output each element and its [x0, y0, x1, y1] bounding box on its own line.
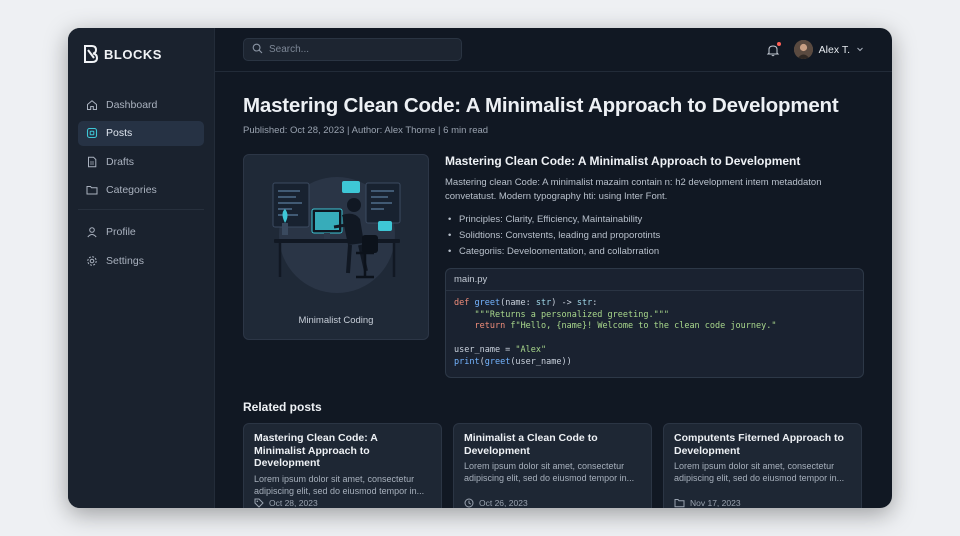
card-date-text: Nov 17, 2023	[690, 498, 741, 508]
main-panel: Alex T. Mastering Clean Code: A Minimali…	[215, 28, 892, 508]
article-intro: Mastering clean Code: A minimalist mazai…	[445, 177, 822, 202]
code-filename: main.py	[446, 269, 863, 291]
chevron-down-icon	[856, 44, 864, 56]
card-date: Oct 26, 2023	[464, 498, 528, 508]
avatar	[793, 40, 813, 59]
gear-icon	[86, 255, 98, 267]
code-line: def greet(name: str) -> str:	[454, 298, 598, 308]
code-line: user_name = "Alex"	[454, 344, 547, 355]
related-post-card[interactable]: Minimalist a Clean Code to Development L…	[453, 423, 652, 508]
list-item: Solidtions: Convstents, leading and prop…	[445, 228, 864, 244]
card-excerpt: Lorem ipsum dolor sit amet, consectetur …	[254, 473, 425, 496]
sidebar-item-label: Posts	[106, 127, 133, 139]
post-body: Minimalist Coding Mastering Clean Code: …	[243, 154, 864, 378]
card-date: Oct 28, 2023	[254, 498, 318, 508]
home-icon	[86, 99, 98, 111]
sidebar-nav-secondary: Profile Settings	[68, 220, 214, 274]
search-icon	[252, 41, 263, 59]
illustration-icon	[272, 177, 401, 293]
sidebar-divider	[78, 208, 204, 210]
post-meta: Published: Oct 28, 2023 | Author: Alex T…	[243, 125, 489, 136]
folder-icon	[674, 499, 685, 508]
article-heading: Mastering Clean Code: A Minimalist Appro…	[445, 154, 801, 168]
sidebar-nav: Dashboard Posts Drafts Categories	[68, 92, 214, 203]
article: Mastering Clean Code: A Minimalist Appro…	[445, 154, 864, 378]
card-date-text: Oct 28, 2023	[269, 498, 318, 508]
search-input[interactable]	[269, 44, 449, 55]
list-item: Categoriis: Develoomentation, and collab…	[445, 244, 864, 260]
page-title: Mastering Clean Code: A Minimalist Appro…	[243, 94, 839, 117]
search-box[interactable]	[243, 38, 462, 61]
topbar: Alex T.	[215, 28, 892, 72]
card-excerpt: Lorem ipsum dolor sit amet, consectetur …	[674, 461, 845, 483]
logo-icon	[84, 45, 98, 63]
related-post-card[interactable]: Computents Fiterned Approach to Developm…	[663, 423, 862, 508]
app-window: BLOCKS Dashboard Posts Drafts Categories…	[68, 28, 892, 508]
card-title: Minimalist a Clean Code to Development	[464, 432, 598, 457]
clock-icon	[464, 498, 474, 508]
sidebar-item-dashboard[interactable]: Dashboard	[78, 92, 204, 117]
article-bullets: Principles: Clarity, Efficiency, Maintai…	[445, 212, 864, 260]
code-line: """Returns a personalized greeting."""	[474, 309, 669, 320]
card-title: Computents Fiterned Approach to Developm…	[674, 432, 844, 457]
brand[interactable]: BLOCKS	[68, 44, 214, 64]
notification-badge	[776, 41, 781, 46]
sidebar-item-label: Drafts	[106, 155, 135, 168]
tag-icon	[254, 498, 264, 508]
sidebar-item-label: Categories	[106, 184, 157, 196]
sidebar-item-label: Profile	[106, 226, 136, 238]
hero-image: Minimalist Coding	[243, 154, 429, 340]
list-item: Principles: Clarity, Efficiency, Maintai…	[445, 212, 864, 228]
image-caption: Minimalist Coding	[298, 315, 374, 326]
sidebar-item-drafts[interactable]: Drafts	[78, 149, 204, 174]
code-body[interactable]: def greet(name: str) -> str: """Returns …	[446, 291, 863, 375]
notifications-button[interactable]	[766, 41, 781, 57]
card-title: Mastering Clean Code: A Minimalist Appro…	[254, 432, 378, 469]
sidebar: BLOCKS Dashboard Posts Drafts Categories…	[68, 28, 215, 508]
folder-icon	[86, 184, 98, 196]
sidebar-item-profile[interactable]: Profile	[78, 220, 204, 245]
user-name: Alex T.	[818, 43, 850, 56]
sidebar-item-posts[interactable]: Posts	[78, 120, 204, 146]
posts-icon	[86, 127, 98, 139]
document-icon	[86, 156, 98, 168]
sidebar-item-label: Settings	[106, 254, 144, 267]
card-date: Nov 17, 2023	[674, 498, 741, 508]
user-menu[interactable]: Alex T.	[793, 40, 864, 59]
code-line: return f"Hello, {name}! Welcome to the c…	[474, 321, 777, 332]
brand-name: BLOCKS	[104, 46, 162, 62]
sidebar-item-settings[interactable]: Settings	[78, 248, 204, 273]
related-post-card[interactable]: Mastering Clean Code: A Minimalist Appro…	[243, 423, 442, 508]
sidebar-item-categories[interactable]: Categories	[78, 178, 204, 203]
related-posts: Mastering Clean Code: A Minimalist Appro…	[243, 423, 864, 508]
card-excerpt: Lorem ipsum dolor sit amet, consectetur …	[464, 461, 635, 483]
user-icon	[86, 226, 98, 238]
sidebar-item-label: Dashboard	[106, 98, 158, 111]
topbar-actions: Alex T.	[766, 40, 864, 59]
code-block: main.py def greet(name: str) -> str: """…	[445, 268, 864, 378]
code-line: print(greet(user_name))	[454, 356, 572, 367]
related-posts-heading: Related posts	[243, 400, 322, 414]
post-content: Mastering Clean Code: A Minimalist Appro…	[215, 72, 892, 508]
card-date-text: Oct 26, 2023	[479, 498, 528, 508]
